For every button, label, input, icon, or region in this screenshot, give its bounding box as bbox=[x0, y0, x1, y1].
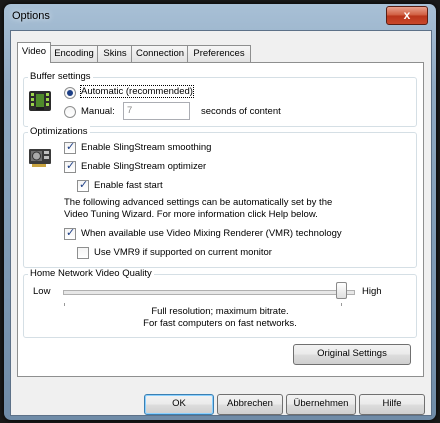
title-bar[interactable]: Options x bbox=[4, 4, 436, 30]
automatic-label[interactable]: Automatic (recommended) bbox=[80, 85, 194, 98]
automatic-radio[interactable] bbox=[64, 87, 76, 99]
video-quality-label: Home Network Video Quality bbox=[28, 268, 154, 279]
quality-description-line2: For fast computers on fast networks. bbox=[143, 318, 297, 329]
manual-seconds-input[interactable]: 7 bbox=[123, 102, 190, 120]
quality-slider-thumb[interactable] bbox=[336, 282, 347, 299]
optimizer-label[interactable]: Enable SlingStream optimizer bbox=[81, 161, 206, 172]
tab-encoding[interactable]: Encoding bbox=[49, 45, 99, 62]
tab-preferences[interactable]: Preferences bbox=[187, 45, 251, 62]
optimizations-label: Optimizations bbox=[28, 126, 90, 137]
graphics-card-icon bbox=[29, 149, 51, 167]
original-settings-button[interactable]: Original Settings bbox=[293, 344, 411, 365]
help-button[interactable]: Hilfe bbox=[359, 394, 425, 415]
buffer-settings-group: Buffer settings Automatic (recommended) … bbox=[23, 71, 417, 127]
cancel-button[interactable]: Abbrechen bbox=[217, 394, 283, 415]
smoothing-label[interactable]: Enable SlingStream smoothing bbox=[81, 142, 211, 153]
tab-video[interactable]: Video bbox=[17, 42, 51, 63]
video-tab-panel: Buffer settings Automatic (recommended) … bbox=[17, 62, 424, 377]
seconds-suffix-label: seconds of content bbox=[201, 106, 281, 117]
advanced-info-line1: The following advanced settings can be a… bbox=[64, 197, 333, 208]
vmr9-checkbox[interactable] bbox=[77, 247, 89, 259]
optimizations-group: Optimizations Enable SlingStream smoothi… bbox=[23, 126, 417, 268]
ok-button[interactable]: OK bbox=[144, 394, 214, 415]
vmr-checkbox[interactable] bbox=[64, 226, 76, 240]
manual-radio[interactable] bbox=[64, 106, 76, 118]
quality-low-label: Low bbox=[33, 286, 51, 297]
optimizer-checkbox[interactable] bbox=[64, 159, 76, 173]
manual-label[interactable]: Manual: bbox=[81, 106, 115, 117]
quality-slider-track[interactable] bbox=[63, 290, 355, 295]
video-quality-group: Home Network Video Quality Low High Full… bbox=[23, 268, 417, 338]
quality-high-label: High bbox=[362, 286, 382, 297]
quality-description-line1: Full resolution; maximum bitrate. bbox=[151, 306, 289, 317]
buffer-settings-label: Buffer settings bbox=[28, 71, 93, 82]
smoothing-checkbox[interactable] bbox=[64, 140, 76, 154]
film-buffer-icon bbox=[29, 91, 51, 111]
fast-start-checkbox[interactable] bbox=[77, 178, 89, 192]
advanced-info-line2: Video Tuning Wizard. For more informatio… bbox=[64, 209, 318, 220]
fast-start-label[interactable]: Enable fast start bbox=[94, 180, 163, 191]
dialog-client: Video Encoding Skins Connection Preferen… bbox=[10, 30, 432, 416]
apply-button[interactable]: Übernehmen bbox=[286, 394, 356, 415]
vmr-label[interactable]: When available use Video Mixing Renderer… bbox=[81, 228, 342, 239]
vmr9-label[interactable]: Use VMR9 if supported on current monitor bbox=[94, 247, 272, 258]
tab-connection[interactable]: Connection bbox=[131, 45, 189, 62]
window-title: Options bbox=[12, 10, 50, 22]
close-button[interactable]: x bbox=[386, 6, 428, 25]
options-window: Options x Video Encoding Skins Connectio… bbox=[4, 4, 436, 420]
tab-skins[interactable]: Skins bbox=[97, 45, 133, 62]
